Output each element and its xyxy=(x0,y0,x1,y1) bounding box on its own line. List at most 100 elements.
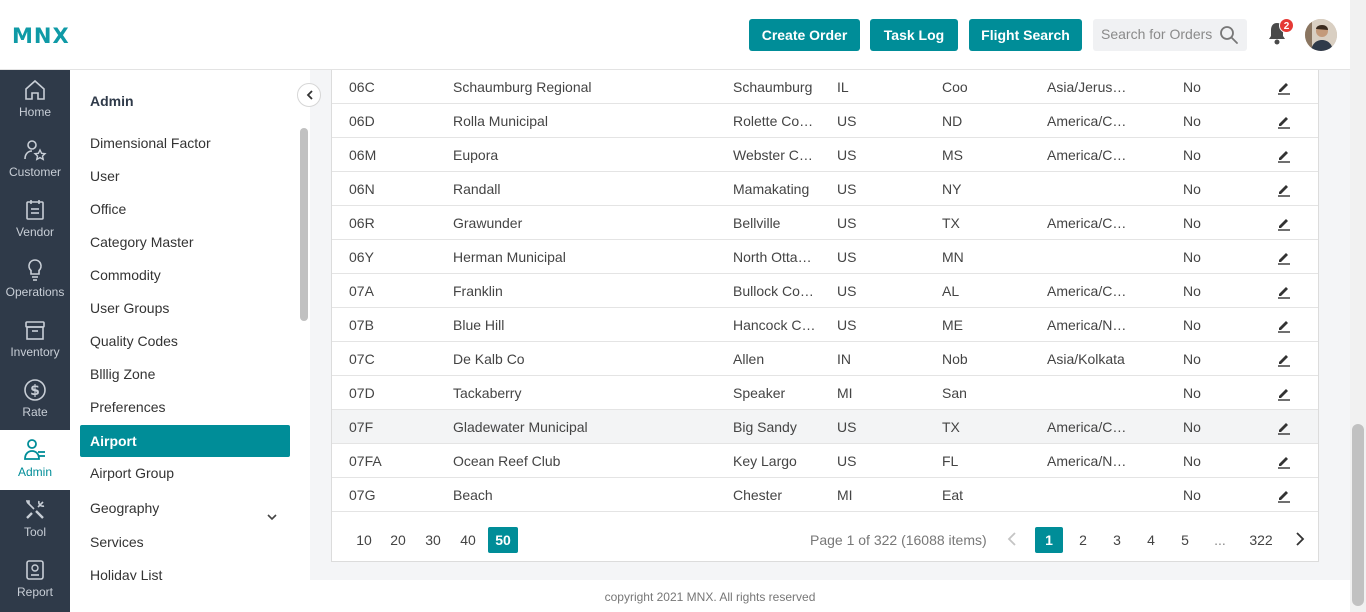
nav-report[interactable]: Report xyxy=(0,550,70,610)
nav-operations-label: Operations xyxy=(5,285,65,299)
table-row[interactable]: 06N Randall Mamakating US NY No xyxy=(332,172,1318,206)
edit-pencil-icon[interactable] xyxy=(1276,453,1292,472)
edit-pencil-icon[interactable] xyxy=(1276,79,1292,98)
prev-page-arrow-icon[interactable] xyxy=(1006,531,1018,550)
menu-preferences[interactable]: Preferences xyxy=(80,391,290,423)
cell-country: US xyxy=(837,419,857,435)
menu-airport-group[interactable]: Airport Group xyxy=(80,457,290,489)
footer-copyright: copyright 2021 MNX. All rights reserved xyxy=(70,580,1350,612)
cell-code: 07FA xyxy=(349,453,382,469)
table-row[interactable]: 06M Eupora Webster C… US MS America/C… No xyxy=(332,138,1318,172)
page-last-button[interactable]: 322 xyxy=(1244,527,1278,553)
page-1-button[interactable]: 1 xyxy=(1035,527,1063,553)
page-4-button[interactable]: 4 xyxy=(1137,527,1165,553)
edit-pencil-icon[interactable] xyxy=(1276,351,1292,370)
cell-city: Key Largo xyxy=(733,453,797,469)
menu-quality-codes[interactable]: Quality Codes xyxy=(80,325,290,357)
order-search-input[interactable] xyxy=(1101,26,1219,42)
menu-commodity[interactable]: Commodity xyxy=(80,259,290,291)
table-row[interactable]: 07B Blue Hill Hancock C… US ME America/N… No xyxy=(332,308,1318,342)
page-scrollbar[interactable] xyxy=(1350,0,1366,612)
cell-city: Mamakating xyxy=(733,181,810,197)
edit-pencil-icon[interactable] xyxy=(1276,215,1292,234)
page-5-button[interactable]: 5 xyxy=(1171,527,1199,553)
cell-flag: No xyxy=(1183,181,1201,197)
menu-billing-zone[interactable]: Blllig Zone xyxy=(80,358,290,390)
table-row[interactable]: 07F Gladewater Municipal Big Sandy US TX Amer… xyxy=(332,410,1318,444)
cell-city: Bellville xyxy=(733,215,781,231)
edit-pencil-icon[interactable] xyxy=(1276,181,1292,200)
nav-inventory-label: Inventory xyxy=(10,345,60,359)
edit-pencil-icon[interactable] xyxy=(1276,317,1292,336)
nav-admin[interactable]: Admin xyxy=(0,430,70,490)
page-scrollbar-thumb[interactable] xyxy=(1352,424,1364,606)
nav-vendor[interactable]: Vendor xyxy=(0,190,70,250)
page-size-10[interactable]: 10 xyxy=(349,527,379,553)
cell-city: Big Sandy xyxy=(733,419,797,435)
page-size-50[interactable]: 50 xyxy=(488,527,518,553)
page-2-button[interactable]: 2 xyxy=(1069,527,1097,553)
create-order-button[interactable]: Create Order xyxy=(749,19,860,51)
edit-pencil-icon[interactable] xyxy=(1276,283,1292,302)
table-row[interactable]: 07C De Kalb Co Allen IN Nob Asia/Kolkata No xyxy=(332,342,1318,376)
next-page-arrow-icon[interactable] xyxy=(1294,531,1306,550)
menu-category-master[interactable]: Category Master xyxy=(80,226,290,258)
menu-services[interactable]: Services xyxy=(80,526,290,558)
edit-pencil-icon[interactable] xyxy=(1276,113,1292,132)
page-3-button[interactable]: 3 xyxy=(1103,527,1131,553)
menu-airport[interactable]: Airport xyxy=(80,425,290,457)
table-row[interactable]: 07A Franklin Bullock Co… US AL America/C… No xyxy=(332,274,1318,308)
edit-pencil-icon[interactable] xyxy=(1276,419,1292,438)
cell-timezone: America/C… xyxy=(1047,147,1127,163)
nav-vendor-label: Vendor xyxy=(15,225,55,239)
nav-home-label: Home xyxy=(18,105,51,119)
table-row[interactable]: 07G Beach Chester MI Eat No xyxy=(332,478,1318,512)
collapse-sidebar-button[interactable] xyxy=(297,83,321,107)
menu-office[interactable]: Office xyxy=(80,193,290,225)
menu-geography[interactable]: Geography xyxy=(80,492,290,524)
task-log-button[interactable]: Task Log xyxy=(870,19,958,51)
table-row[interactable]: 06Y Herman Municipal North Otta… US MN No xyxy=(332,240,1318,274)
cell-city: Rolette Co… xyxy=(733,113,814,129)
nav-tool[interactable]: Tool xyxy=(0,490,70,550)
nav-tool-label: Tool xyxy=(23,525,46,539)
edit-pencil-icon[interactable] xyxy=(1276,385,1292,404)
menu-user-groups[interactable]: User Groups xyxy=(80,292,290,324)
cell-code: 07G xyxy=(349,487,376,503)
cell-state: ME xyxy=(942,317,963,333)
table-row[interactable]: 06R Grawunder Bellville US TX America/C… No xyxy=(332,206,1318,240)
cell-name: Gladewater Municipal xyxy=(453,419,588,435)
cell-code: 06N xyxy=(349,181,375,197)
menu-dimensional-factor[interactable]: Dimensional Factor xyxy=(80,127,290,159)
nav-home[interactable]: Home xyxy=(0,70,70,130)
nav-rate[interactable]: $ Rate xyxy=(0,370,70,430)
cell-flag: No xyxy=(1183,147,1201,163)
menu-holiday-list[interactable]: Holiday List xyxy=(80,559,290,580)
page-size-40[interactable]: 40 xyxy=(453,527,483,553)
search-icon[interactable] xyxy=(1219,25,1239,50)
mnx-logo[interactable]: MNX xyxy=(12,24,70,48)
page-size-30[interactable]: 30 xyxy=(418,527,448,553)
cell-flag: No xyxy=(1183,283,1201,299)
table-row[interactable]: 06D Rolla Municipal Rolette Co… US ND America… xyxy=(332,104,1318,138)
submenu-scrollbar[interactable] xyxy=(300,128,308,321)
cell-state: NY xyxy=(942,181,962,197)
menu-geography-label: Geography xyxy=(90,500,160,516)
cell-code: 07C xyxy=(349,351,375,367)
table-row[interactable]: 06C Schaumburg Regional Schaumburg IL Coo Asi… xyxy=(332,70,1318,104)
nav-inventory[interactable]: Inventory xyxy=(0,310,70,370)
edit-pencil-icon[interactable] xyxy=(1276,487,1292,506)
flight-search-button[interactable]: Flight Search xyxy=(969,19,1082,51)
menu-user[interactable]: User xyxy=(80,160,290,192)
page-size-20[interactable]: 20 xyxy=(383,527,413,553)
nav-customer[interactable]: Customer xyxy=(0,130,70,190)
table-row[interactable]: 07D Tackaberry Speaker MI San No xyxy=(332,376,1318,410)
cell-state: AL xyxy=(942,283,960,299)
table-row[interactable]: 07FA Ocean Reef Club Key Largo US FL America/… xyxy=(332,444,1318,478)
edit-pencil-icon[interactable] xyxy=(1276,147,1292,166)
avatar[interactable] xyxy=(1305,19,1337,51)
edit-pencil-icon[interactable] xyxy=(1276,249,1292,268)
cell-city: Hancock C… xyxy=(733,317,816,333)
cell-country: MI xyxy=(837,385,853,401)
nav-operations[interactable]: Operations xyxy=(0,250,70,310)
